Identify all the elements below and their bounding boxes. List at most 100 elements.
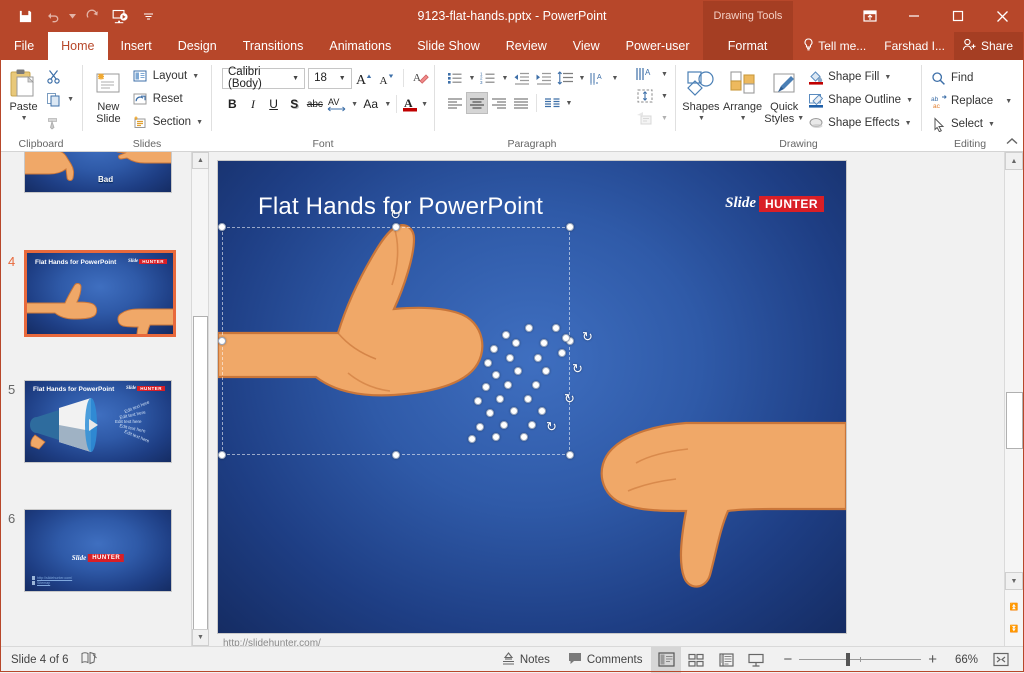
shapes-dropdown-icon[interactable]: ▼ (698, 113, 705, 125)
shape-handle[interactable] (534, 354, 542, 362)
select-button[interactable]: Select ▼ (927, 113, 1015, 135)
replace-dropdown-icon[interactable]: ▼ (1005, 98, 1012, 105)
thumbnail-scroll-down-button[interactable]: ▼ (192, 629, 209, 646)
increase-indent-button[interactable] (532, 67, 554, 89)
italic-button[interactable]: I (243, 93, 264, 115)
columns-button[interactable] (541, 92, 563, 114)
columns-dropdown-icon[interactable]: ▼ (563, 92, 574, 114)
character-spacing-button[interactable]: AV (325, 93, 349, 115)
normal-view-button[interactable] (651, 647, 681, 673)
notes-button[interactable]: Notes (493, 647, 559, 673)
title-handle-tr[interactable] (566, 223, 574, 231)
shape-handle[interactable] (476, 423, 484, 431)
slide-thumbnail-pane[interactable]: Good Bad 4 Flat (0, 152, 192, 646)
shape-handle[interactable] (524, 395, 532, 403)
numbering-dropdown-icon[interactable]: ▼ (499, 67, 510, 89)
shape-handle[interactable] (510, 407, 518, 415)
restore-icon[interactable] (936, 0, 980, 32)
fit-to-window-button[interactable] (986, 647, 1016, 673)
title-handle-ml[interactable] (218, 337, 226, 345)
collapse-ribbon-icon[interactable] (1006, 137, 1018, 149)
tab-review[interactable]: Review (493, 32, 560, 60)
thumbnail-slide-3[interactable]: Good Bad (24, 152, 172, 193)
text-direction-button[interactable]: A (587, 67, 609, 89)
shape-handle[interactable] (490, 345, 498, 353)
shape-handle[interactable] (538, 407, 546, 415)
layout-dropdown-icon[interactable]: ▼ (192, 73, 199, 80)
align-left-button[interactable] (444, 92, 466, 114)
align-text-dropdown-icon[interactable]: ▼ (661, 71, 668, 78)
section-button[interactable]: Section ▼ (129, 111, 206, 133)
list-item[interactable]: 5 Flat Hands for PowerPoint Slide HUNTER (24, 380, 172, 463)
shapes-button[interactable]: Shapes ▼ (681, 64, 721, 125)
shape-handle[interactable] (540, 339, 548, 347)
tab-design[interactable]: Design (165, 32, 230, 60)
line-spacing-button[interactable] (554, 67, 576, 89)
text-direction-dropdown-icon[interactable]: ▼ (609, 67, 620, 89)
slide-editor[interactable]: Flat Hands for PowerPoint ↻ (209, 152, 1004, 646)
shape-handle[interactable] (528, 421, 536, 429)
vertical-align-button[interactable]: ▼ (634, 85, 668, 107)
numbering-button[interactable]: 123 (477, 67, 499, 89)
font-color-dropdown-icon[interactable]: ▼ (419, 93, 429, 115)
slide-counter[interactable]: Slide 4 of 6 (11, 654, 69, 666)
shape-handle[interactable] (500, 421, 508, 429)
slide-pane-scrollbar[interactable]: ▲ ▼ ⏫ ⏬ (1004, 152, 1024, 646)
shape-handle[interactable] (525, 324, 533, 332)
spellcheck-icon[interactable] (81, 651, 98, 668)
shape-effects-button[interactable]: Shape Effects ▼ (804, 112, 916, 134)
character-spacing-dropdown-icon[interactable]: ▼ (349, 93, 359, 115)
start-slideshow-icon[interactable] (107, 4, 133, 28)
tab-home[interactable]: Home (48, 32, 107, 60)
clear-formatting-button[interactable]: A (410, 67, 429, 89)
shape-handle[interactable] (558, 349, 566, 357)
quick-styles-dropdown-icon[interactable]: ▼ (797, 113, 804, 125)
layout-button[interactable]: Layout ▼ (129, 65, 206, 87)
vertical-align-dropdown-icon[interactable]: ▼ (661, 93, 668, 100)
tab-slide-show[interactable]: Slide Show (404, 32, 493, 60)
paste-dropdown-icon[interactable]: ▼ (21, 113, 28, 125)
list-item[interactable]: 6 Slide HUNTER http://slidehunter.com/ S… (24, 509, 172, 592)
shape-handle[interactable] (504, 381, 512, 389)
shape-handle[interactable] (502, 331, 510, 339)
align-right-button[interactable] (488, 92, 510, 114)
font-name-dropdown-icon[interactable]: ▼ (289, 75, 302, 82)
title-handle-tm[interactable] (392, 223, 400, 231)
scroll-down-button[interactable]: ▼ (1005, 572, 1023, 590)
list-item[interactable]: 4 Flat Hands for PowerPoint Slide HUNTER (24, 250, 176, 337)
minimize-icon[interactable] (892, 0, 936, 32)
account-button[interactable]: Farshad I... (875, 32, 954, 60)
shape-outline-button[interactable]: Shape Outline ▼ (804, 89, 916, 111)
tab-transitions[interactable]: Transitions (230, 32, 317, 60)
shape-effects-dropdown-icon[interactable]: ▼ (905, 120, 912, 127)
comments-button[interactable]: Comments (559, 647, 652, 673)
format-painter-button[interactable] (42, 111, 77, 133)
shape-handle[interactable] (520, 433, 528, 441)
bullets-dropdown-icon[interactable]: ▼ (466, 67, 477, 89)
justify-button[interactable] (510, 92, 532, 114)
reset-button[interactable]: Reset (129, 88, 206, 110)
redo-icon[interactable] (79, 4, 105, 28)
shape-handle[interactable] (512, 339, 520, 347)
title-handle-bl[interactable] (218, 451, 226, 459)
shape-fill-button[interactable]: Shape Fill ▼ (804, 66, 916, 88)
shape-handle[interactable] (532, 381, 540, 389)
list-item[interactable]: Good Bad (24, 152, 172, 193)
smartart-dropdown-icon[interactable]: ▼ (661, 115, 668, 122)
font-name-combobox[interactable]: Calibri (Body) ▼ (222, 68, 305, 89)
thumbnail-scrollbar-thumb[interactable] (193, 316, 208, 631)
shape-handle[interactable] (486, 409, 494, 417)
quick-styles-button[interactable]: Quick Styles ▼ (764, 64, 804, 125)
increase-font-size-button[interactable]: A (355, 67, 374, 89)
shape-handle[interactable] (542, 367, 550, 375)
shape-handle[interactable] (492, 371, 500, 379)
thumbnail-slide-6[interactable]: Slide HUNTER http://slidehunter.com/ Sit… (24, 509, 172, 592)
scrollbar-thumb[interactable] (1006, 392, 1023, 449)
shape-rotate-handle[interactable]: ↻ (544, 419, 559, 434)
title-handle-tl[interactable] (218, 223, 226, 231)
line-spacing-dropdown-icon[interactable]: ▼ (576, 67, 587, 89)
section-dropdown-icon[interactable]: ▼ (196, 119, 203, 126)
align-text-button[interactable]: A ▼ (634, 63, 668, 85)
shape-handle[interactable] (468, 435, 476, 443)
scroll-up-button[interactable]: ▲ (1005, 152, 1023, 170)
